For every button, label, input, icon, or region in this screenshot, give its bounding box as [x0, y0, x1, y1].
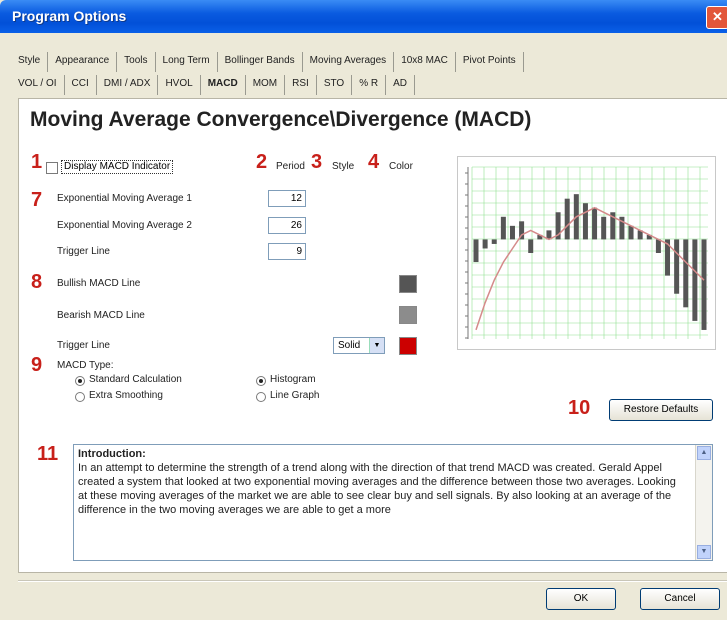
callout-7: 7	[31, 189, 43, 211]
bearish-line-label: Bearish MACD Line	[57, 310, 145, 321]
histogram-bar	[500, 216, 506, 240]
ema2-period-input[interactable]: 26	[268, 217, 306, 234]
callout-10: 10	[568, 397, 591, 419]
histogram-bar	[655, 239, 661, 253]
vertical-scrollbar[interactable]: ▲ ▼	[695, 445, 712, 560]
macd-preview-svg	[465, 166, 708, 339]
page-heading: Moving Average Convergence\Divergence (M…	[30, 108, 532, 131]
tab-ad[interactable]: AD	[386, 75, 416, 95]
scroll-up-icon[interactable]: ▲	[697, 446, 711, 460]
introduction-title: Introduction:	[78, 448, 146, 460]
tab-vol-oi[interactable]: VOL / OI	[18, 75, 65, 95]
histogram-bar	[683, 239, 689, 308]
display-macd-label[interactable]: Display MACD Indicator	[61, 160, 174, 174]
style-header: Style	[332, 161, 355, 172]
callout-11: 11	[37, 443, 59, 465]
ema1-label: Exponential Moving Average 1	[57, 193, 192, 204]
ema1-period-input[interactable]: 12	[268, 190, 306, 207]
histogram-bar	[601, 216, 607, 240]
trigger-period-input[interactable]: 9	[268, 243, 306, 260]
callout-9: 9	[31, 354, 43, 376]
tab-macd[interactable]: MACD	[201, 75, 246, 95]
tab-10x8-mac[interactable]: 10x8 MAC	[394, 52, 456, 72]
introduction-textbox[interactable]: Introduction: In an attempt to determine…	[73, 444, 713, 561]
tab-appearance[interactable]: Appearance	[48, 52, 118, 72]
histogram-bar	[509, 225, 515, 240]
close-button[interactable]: ✕	[706, 6, 727, 29]
color-header: Color	[389, 161, 413, 172]
histogram-bar	[692, 239, 698, 321]
extra-smoothing-radio[interactable]	[75, 392, 85, 402]
line-graph-label[interactable]: Line Graph	[270, 390, 319, 401]
bullish-color-swatch[interactable]	[399, 275, 417, 293]
tab-row-1: Style Appearance Tools Long Term Bollinger B…	[18, 52, 524, 72]
extra-smoothing-label[interactable]: Extra Smoothing	[89, 390, 163, 401]
footer-separator	[18, 580, 727, 582]
callout-8: 8	[31, 271, 43, 293]
histogram-bar	[491, 239, 497, 244]
tab-cci[interactable]: CCI	[65, 75, 97, 95]
title-bar: Program Options ✕	[0, 0, 727, 33]
line-graph-radio[interactable]	[256, 392, 266, 402]
display-macd-checkbox[interactable]	[46, 162, 58, 174]
ok-button[interactable]: OK	[546, 588, 616, 610]
tab-long-term[interactable]: Long Term	[156, 52, 218, 72]
histogram-label[interactable]: Histogram	[270, 374, 316, 385]
trigger-style-select[interactable]: Solid ▼	[333, 337, 385, 354]
tab-style[interactable]: Style	[18, 52, 49, 72]
callout-4: 4	[368, 151, 380, 173]
tab-pivot-points[interactable]: Pivot Points	[456, 52, 524, 72]
histogram-radio[interactable]	[256, 376, 266, 386]
period-header: Period	[276, 161, 305, 172]
tab-mom[interactable]: MOM	[246, 75, 286, 95]
tab-dmi-adx[interactable]: DMI / ADX	[97, 75, 159, 95]
chevron-down-icon[interactable]: ▼	[369, 338, 384, 353]
histogram-bar	[528, 239, 534, 253]
histogram-bar	[482, 239, 488, 249]
bearish-color-swatch[interactable]	[399, 306, 417, 324]
callout-3: 3	[311, 151, 323, 173]
scroll-down-icon[interactable]: ▼	[697, 545, 711, 559]
tab-sto[interactable]: STO	[317, 75, 353, 95]
tab-tools[interactable]: Tools	[117, 52, 156, 72]
macd-type-label: MACD Type:	[57, 360, 114, 371]
macd-preview-chart	[457, 156, 716, 350]
tab-rsi[interactable]: RSI	[285, 75, 317, 95]
histogram-bar	[674, 239, 680, 294]
histogram-bar	[582, 203, 588, 240]
tab-row-2: VOL / OI CCI DMI / ADX HVOL MACD MOM RSI STO% R…	[18, 75, 416, 95]
introduction-content: Introduction: In an attempt to determine…	[78, 447, 688, 517]
cancel-button[interactable]: Cancel	[640, 588, 720, 610]
standard-calculation-radio[interactable]	[75, 376, 85, 386]
histogram-bar	[628, 225, 634, 240]
histogram-bar	[564, 198, 570, 240]
trigger-style-value: Solid	[338, 340, 361, 351]
histogram-bar	[473, 239, 479, 263]
tab-r[interactable]: % R	[352, 75, 387, 95]
trigger-period-label: Trigger Line	[57, 246, 110, 257]
tab-bollinger-bands[interactable]: Bollinger Bands	[218, 52, 303, 72]
trigger-color-swatch[interactable]	[399, 337, 417, 355]
callout-2: 2	[256, 151, 268, 173]
window-title: Program Options	[12, 8, 127, 24]
tab-strip: Style Appearance Tools Long Term Bollinger B…	[18, 52, 727, 98]
histogram-bar	[701, 239, 707, 330]
trigger-line-label: Trigger Line	[57, 340, 110, 351]
callout-1: 1	[31, 151, 43, 173]
bullish-line-label: Bullish MACD Line	[57, 278, 141, 289]
restore-defaults-button[interactable]: Restore Defaults	[609, 399, 713, 421]
standard-calculation-label[interactable]: Standard Calculation	[89, 374, 182, 385]
introduction-text: In an attempt to determine the strength …	[78, 462, 676, 516]
ema2-label: Exponential Moving Average 2	[57, 220, 192, 231]
tab-moving-averages[interactable]: Moving Averages	[303, 52, 395, 72]
tab-hvol[interactable]: HVOL	[158, 75, 201, 95]
histogram-bar	[592, 207, 598, 240]
